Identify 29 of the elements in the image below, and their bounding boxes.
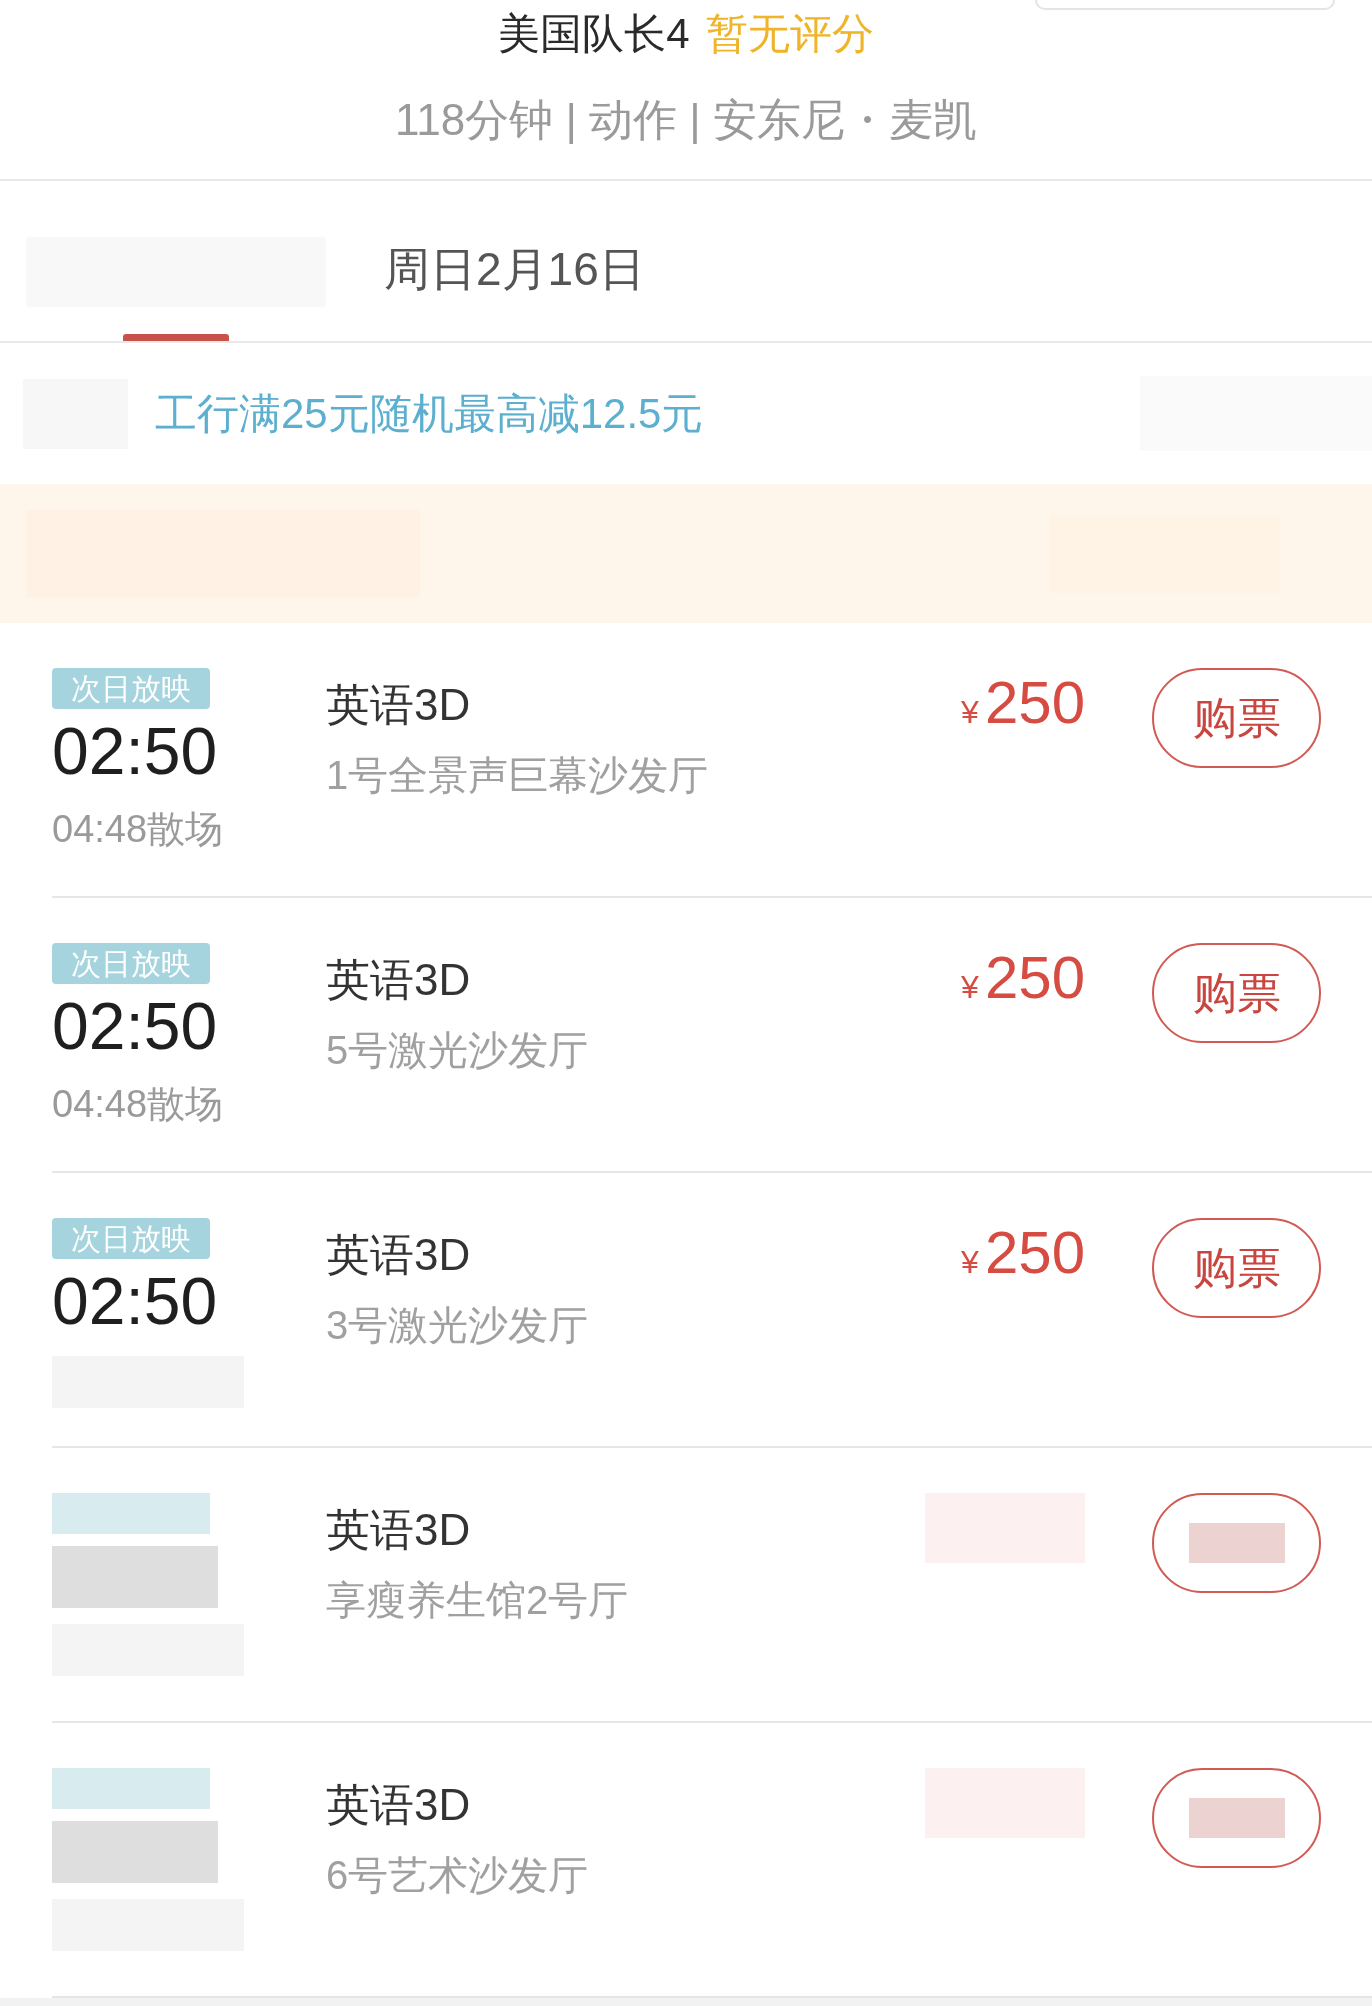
start-time: 02:50 bbox=[52, 1263, 218, 1340]
hall-name: 6号艺术沙发厅 bbox=[326, 1852, 590, 1898]
language-format: 英语3D bbox=[326, 1506, 472, 1554]
start-time: 02:50 bbox=[52, 713, 218, 790]
ticket-price: ¥250 bbox=[961, 943, 1085, 1013]
hall-name: 享瘦养生馆2号厅 bbox=[326, 1577, 630, 1623]
movie-info: 118分钟 | 动作 | 安东尼・麦凯 bbox=[395, 94, 977, 146]
language-format: 英语3D bbox=[326, 681, 472, 729]
language-format: 英语3D bbox=[326, 956, 472, 1004]
rating-text: 暂无评分 bbox=[705, 10, 874, 58]
showtime-tag: 次日放映 bbox=[52, 1218, 210, 1259]
language-format: 英语3D bbox=[326, 1231, 472, 1279]
showtime-tag: 次日放映 bbox=[52, 668, 210, 709]
hall-name: 5号激光沙发厅 bbox=[326, 1027, 590, 1073]
movie-title: 美国队长4 bbox=[498, 10, 690, 58]
showtime-tag: 次日放映 bbox=[52, 943, 210, 984]
buy-button[interactable]: 购票 bbox=[1152, 668, 1321, 768]
language-format: 英语3D bbox=[326, 1781, 472, 1829]
promo-text: 工行满25元随机最高减12.5元 bbox=[155, 388, 704, 439]
date-tab[interactable]: 周日2月16日 bbox=[326, 181, 645, 341]
buy-button[interactable]: 购票 bbox=[1152, 943, 1321, 1043]
ticket-price: ¥250 bbox=[961, 1218, 1085, 1288]
hall-name: 3号激光沙发厅 bbox=[326, 1302, 590, 1348]
start-time: 02:50 bbox=[52, 988, 218, 1065]
hall-name: 1号全景声巨幕沙发厅 bbox=[326, 752, 710, 798]
end-time: 04:48散场 bbox=[52, 1082, 224, 1126]
end-time: 04:48散场 bbox=[52, 807, 224, 851]
buy-button[interactable]: 购票 bbox=[1152, 1218, 1321, 1318]
ticket-price: ¥250 bbox=[961, 668, 1085, 738]
